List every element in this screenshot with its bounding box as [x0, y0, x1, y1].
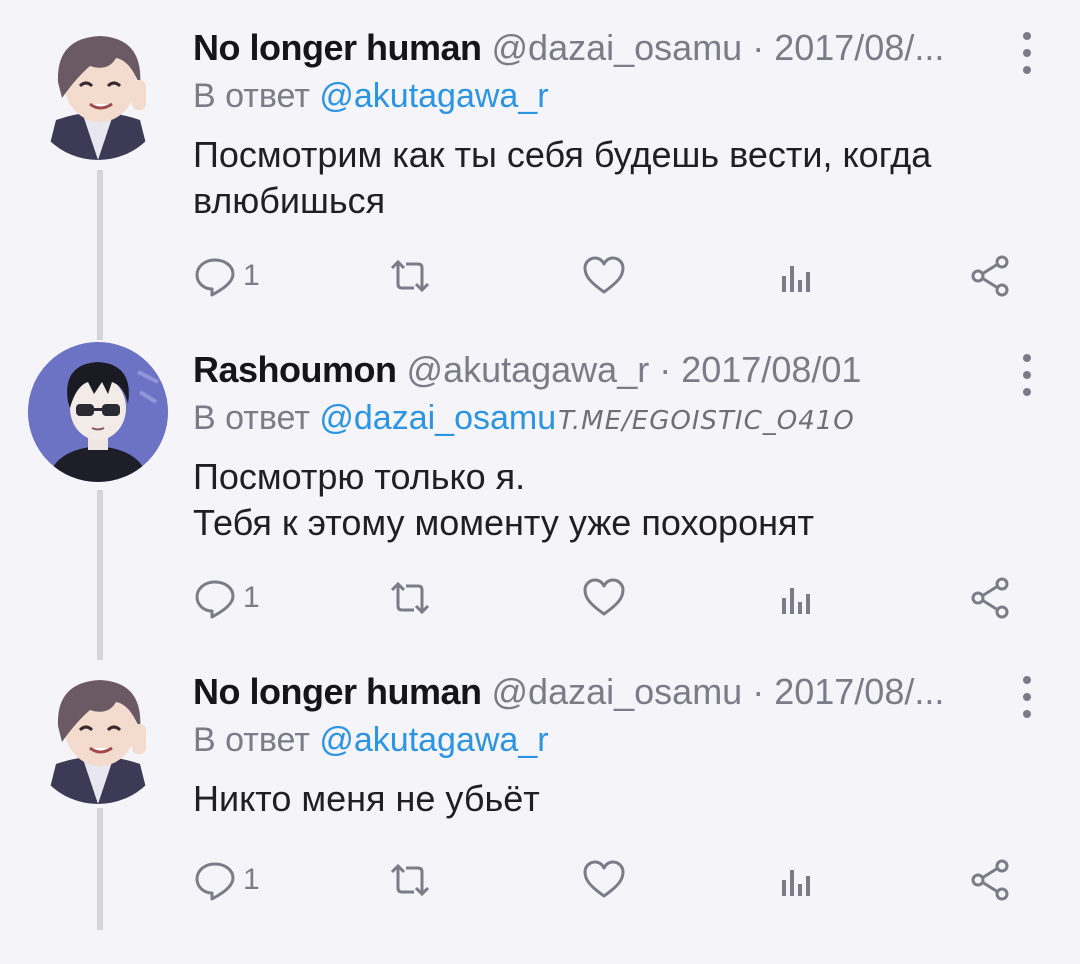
stats-icon: [782, 266, 810, 292]
reply-mention[interactable]: @dazai_osamu: [319, 399, 556, 437]
reply-icon: [195, 862, 235, 901]
more-vertical-icon[interactable]: [1022, 354, 1032, 396]
avatar[interactable]: [28, 20, 168, 160]
action-bar: 1: [0, 248, 1080, 304]
stats-button[interactable]: [778, 248, 814, 304]
tweet[interactable]: Rashoumon @akutagawa_r · 2017/08/01 В от…: [0, 322, 1080, 642]
share-icon: [971, 577, 1009, 619]
heart-icon: [583, 578, 625, 616]
avatar[interactable]: [28, 664, 168, 804]
reply-count: 1: [243, 259, 260, 292]
tweet-text: Никто меня не убьёт: [193, 778, 540, 819]
tweet[interactable]: No longer human @dazai_osamu · 2017/08/.…: [0, 644, 1080, 964]
reply-context: В ответ @akutagawa_r: [193, 74, 549, 118]
retweet-icon: [390, 581, 430, 615]
avatar[interactable]: [28, 342, 168, 482]
reply-count: 1: [243, 863, 260, 896]
share-icon: [971, 859, 1009, 901]
reply-prefix: В ответ: [193, 399, 310, 437]
timestamp: · 2017/08/...: [752, 27, 945, 68]
like-button[interactable]: [582, 248, 626, 304]
reply-prefix: В ответ: [193, 77, 310, 115]
reply-prefix: В ответ: [193, 721, 310, 759]
reply-button[interactable]: 1: [193, 570, 260, 626]
avatar-illustration-brown-hair-icon: [28, 20, 168, 160]
reply-icon: [195, 580, 235, 619]
share-button[interactable]: [968, 570, 1012, 626]
display-name[interactable]: No longer human: [193, 27, 482, 68]
retweet-button[interactable]: [384, 570, 436, 626]
heart-icon: [583, 860, 625, 898]
reply-button[interactable]: 1: [193, 248, 260, 304]
tweet-text: Посмотрим как ты себя будешь вести, когд…: [193, 134, 932, 221]
like-button[interactable]: [582, 570, 626, 626]
stats-icon: [782, 588, 810, 614]
reply-button[interactable]: 1: [193, 852, 260, 908]
display-name[interactable]: No longer human: [193, 671, 482, 712]
share-button[interactable]: [968, 852, 1012, 908]
retweet-icon: [390, 863, 430, 897]
reply-context: В ответ @akutagawa_r: [193, 718, 549, 762]
reply-mention[interactable]: @akutagawa_r: [319, 77, 548, 115]
reply-mention[interactable]: @akutagawa_r: [319, 721, 548, 759]
reply-count: 1: [243, 581, 260, 614]
more-vertical-icon[interactable]: [1022, 32, 1032, 74]
stats-button[interactable]: [778, 852, 814, 908]
stats-button[interactable]: [778, 570, 814, 626]
heart-icon: [583, 256, 625, 294]
timestamp: · 2017/08/01: [659, 349, 862, 390]
timestamp: · 2017/08/...: [752, 671, 945, 712]
tweet-header: Rashoumon @akutagawa_r · 2017/08/01: [193, 348, 970, 392]
share-icon: [971, 255, 1009, 297]
handle[interactable]: @dazai_osamu: [492, 27, 743, 68]
avatar-illustration-brown-hair-icon: [28, 664, 168, 804]
action-bar: 1: [0, 570, 1080, 626]
reply-icon: [195, 258, 235, 297]
display-name[interactable]: Rashoumon: [193, 349, 397, 390]
watermark-text: T.ME/EGOISTIC_O41O: [558, 406, 855, 436]
tweet[interactable]: No longer human @dazai_osamu · 2017/08/.…: [0, 0, 1080, 320]
retweet-button[interactable]: [384, 852, 436, 908]
reply-context: В ответ @dazai_osamuT.ME/EGOISTIC_O41O: [193, 396, 855, 443]
tweet-header: No longer human @dazai_osamu · 2017/08/.…: [193, 670, 970, 714]
tweet-header: No longer human @dazai_osamu · 2017/08/.…: [193, 26, 970, 70]
handle[interactable]: @dazai_osamu: [492, 671, 743, 712]
tweet-text: Посмотрю только я. Тебя к этому моменту …: [193, 456, 814, 543]
more-vertical-icon[interactable]: [1022, 676, 1032, 718]
retweet-button[interactable]: [384, 248, 436, 304]
share-button[interactable]: [968, 248, 1012, 304]
action-bar: 1: [0, 852, 1080, 908]
stats-icon: [782, 870, 810, 896]
handle[interactable]: @akutagawa_r: [407, 349, 650, 390]
like-button[interactable]: [582, 852, 626, 908]
avatar-illustration-black-hair-sunglasses-icon: [28, 342, 168, 482]
retweet-icon: [390, 259, 430, 293]
